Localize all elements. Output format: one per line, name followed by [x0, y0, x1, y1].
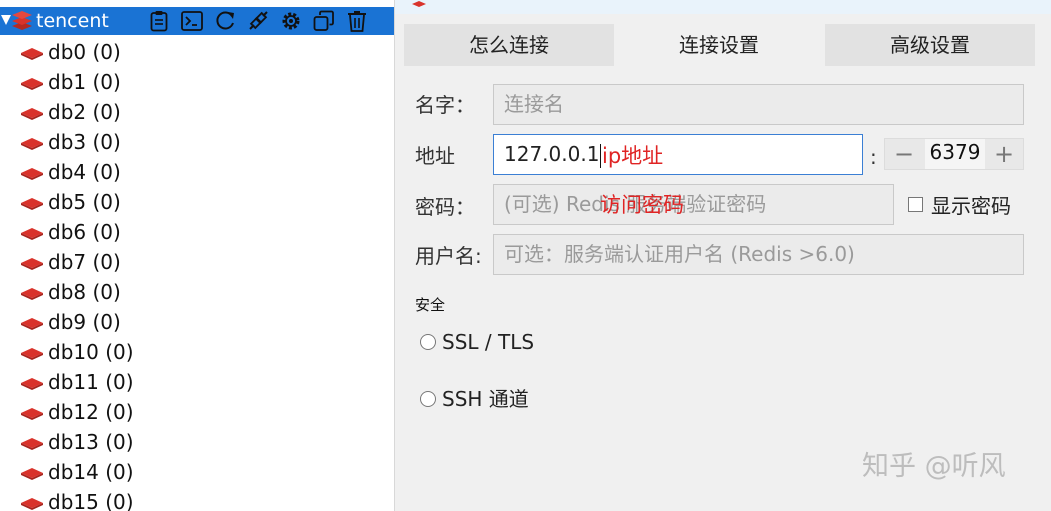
database-icon: [21, 495, 43, 511]
database-icon: [21, 135, 43, 154]
database-label: db14 (0): [48, 460, 134, 484]
password-label: 密码：: [415, 195, 475, 219]
database-label: db15 (0): [48, 490, 134, 511]
database-label: db5 (0): [48, 190, 121, 214]
database-label: db10 (0): [48, 340, 134, 364]
database-label: db7 (0): [48, 250, 121, 274]
database-icon: [21, 105, 43, 124]
show-password-label[interactable]: 显示密码: [931, 193, 1011, 219]
copy-icon[interactable]: [311, 9, 336, 33]
database-label: db11 (0): [48, 370, 134, 394]
database-label: db1 (0): [48, 70, 121, 94]
username-placeholder: 可选：服务端认证用户名 (Redis >6.0): [504, 242, 855, 266]
database-label: db2 (0): [48, 100, 121, 124]
address-label: 地址: [415, 144, 455, 168]
port-stepper: − 6379 +: [884, 138, 1024, 170]
connection-tree: tencent db0 (0) db1 (0) db2 (0) db3 (0) …: [0, 0, 394, 511]
database-label: db13 (0): [48, 430, 134, 454]
port-input[interactable]: 6379: [925, 139, 985, 169]
name-label: 名字：: [415, 93, 475, 117]
database-label: db9 (0): [48, 310, 121, 334]
database-icon: [21, 165, 43, 184]
database-icon: [21, 435, 43, 454]
tab-connection-settings[interactable]: 连接设置: [614, 24, 824, 66]
dialog-titlebar: [395, 0, 1051, 14]
ssl-tls-label[interactable]: SSL / TLS: [442, 329, 534, 355]
name-input[interactable]: 连接名: [493, 84, 1024, 125]
database-item[interactable]: db8 (0): [0, 276, 300, 306]
database-icon: [21, 375, 43, 394]
database-item[interactable]: db10 (0): [0, 336, 300, 366]
database-item[interactable]: db1 (0): [0, 66, 300, 96]
refresh-icon[interactable]: [212, 9, 237, 33]
database-item[interactable]: db15 (0): [0, 486, 300, 511]
database-item[interactable]: db0 (0): [0, 36, 300, 66]
terminal-icon[interactable]: [179, 9, 204, 33]
ssh-tunnel-label[interactable]: SSH 通道: [442, 386, 529, 412]
password-annotation: 访问密码: [600, 193, 684, 217]
database-label: db12 (0): [48, 400, 134, 424]
database-item[interactable]: db2 (0): [0, 96, 300, 126]
tab-advanced-settings[interactable]: 高级设置: [825, 24, 1035, 66]
database-icon: [21, 195, 43, 214]
name-placeholder: 连接名: [504, 92, 564, 116]
database-icon: [21, 405, 43, 424]
connection-name: tencent: [36, 10, 109, 32]
database-icon: [21, 255, 43, 274]
gear-icon[interactable]: [278, 9, 303, 33]
database-item[interactable]: db12 (0): [0, 396, 300, 426]
connection-row-tencent[interactable]: tencent: [0, 7, 394, 35]
database-item[interactable]: db3 (0): [0, 126, 300, 156]
address-input[interactable]: 127.0.0.1: [493, 134, 863, 175]
port-decrement-button[interactable]: −: [885, 139, 923, 169]
database-item[interactable]: db4 (0): [0, 156, 300, 186]
database-label: db0 (0): [48, 40, 121, 64]
redis-stack-icon: [11, 9, 33, 35]
ssh-tunnel-radio[interactable]: [420, 391, 436, 407]
expand-caret-icon[interactable]: [1, 15, 11, 25]
disconnect-icon[interactable]: [245, 9, 270, 33]
security-section-title: 安全: [415, 296, 446, 314]
port-increment-button[interactable]: +: [985, 139, 1023, 169]
trash-icon[interactable]: [344, 9, 369, 33]
database-item[interactable]: db14 (0): [0, 456, 300, 486]
address-annotation: ip地址: [602, 144, 664, 168]
database-label: db8 (0): [48, 280, 121, 304]
database-label: db3 (0): [48, 130, 121, 154]
clipboard-icon[interactable]: [146, 9, 171, 33]
username-label: 用户名:: [415, 244, 482, 268]
username-input[interactable]: 可选：服务端认证用户名 (Redis >6.0): [493, 234, 1024, 275]
database-item[interactable]: db5 (0): [0, 186, 300, 216]
password-input[interactable]: (可选) Redis 服务端验证密码: [493, 184, 894, 225]
port-separator: :: [870, 145, 877, 169]
show-password-checkbox[interactable]: [908, 197, 923, 212]
app-icon: [411, 0, 427, 13]
address-value: 127.0.0.1: [504, 142, 600, 166]
database-icon: [21, 75, 43, 94]
database-item[interactable]: db9 (0): [0, 306, 300, 336]
database-icon: [21, 465, 43, 484]
ssl-tls-radio[interactable]: [420, 334, 436, 350]
database-icon: [21, 225, 43, 244]
database-label: db6 (0): [48, 220, 121, 244]
database-item[interactable]: db13 (0): [0, 426, 300, 456]
database-icon: [21, 45, 43, 64]
database-icon: [21, 345, 43, 364]
connection-toolbar: [146, 9, 369, 33]
tab-how-to-connect[interactable]: 怎么连接: [404, 24, 614, 66]
database-item[interactable]: db6 (0): [0, 216, 300, 246]
database-item[interactable]: db11 (0): [0, 366, 300, 396]
watermark: 知乎 @听风: [862, 451, 1006, 482]
database-item[interactable]: db7 (0): [0, 246, 300, 276]
database-icon: [21, 285, 43, 304]
database-icon: [21, 315, 43, 334]
database-label: db4 (0): [48, 160, 121, 184]
